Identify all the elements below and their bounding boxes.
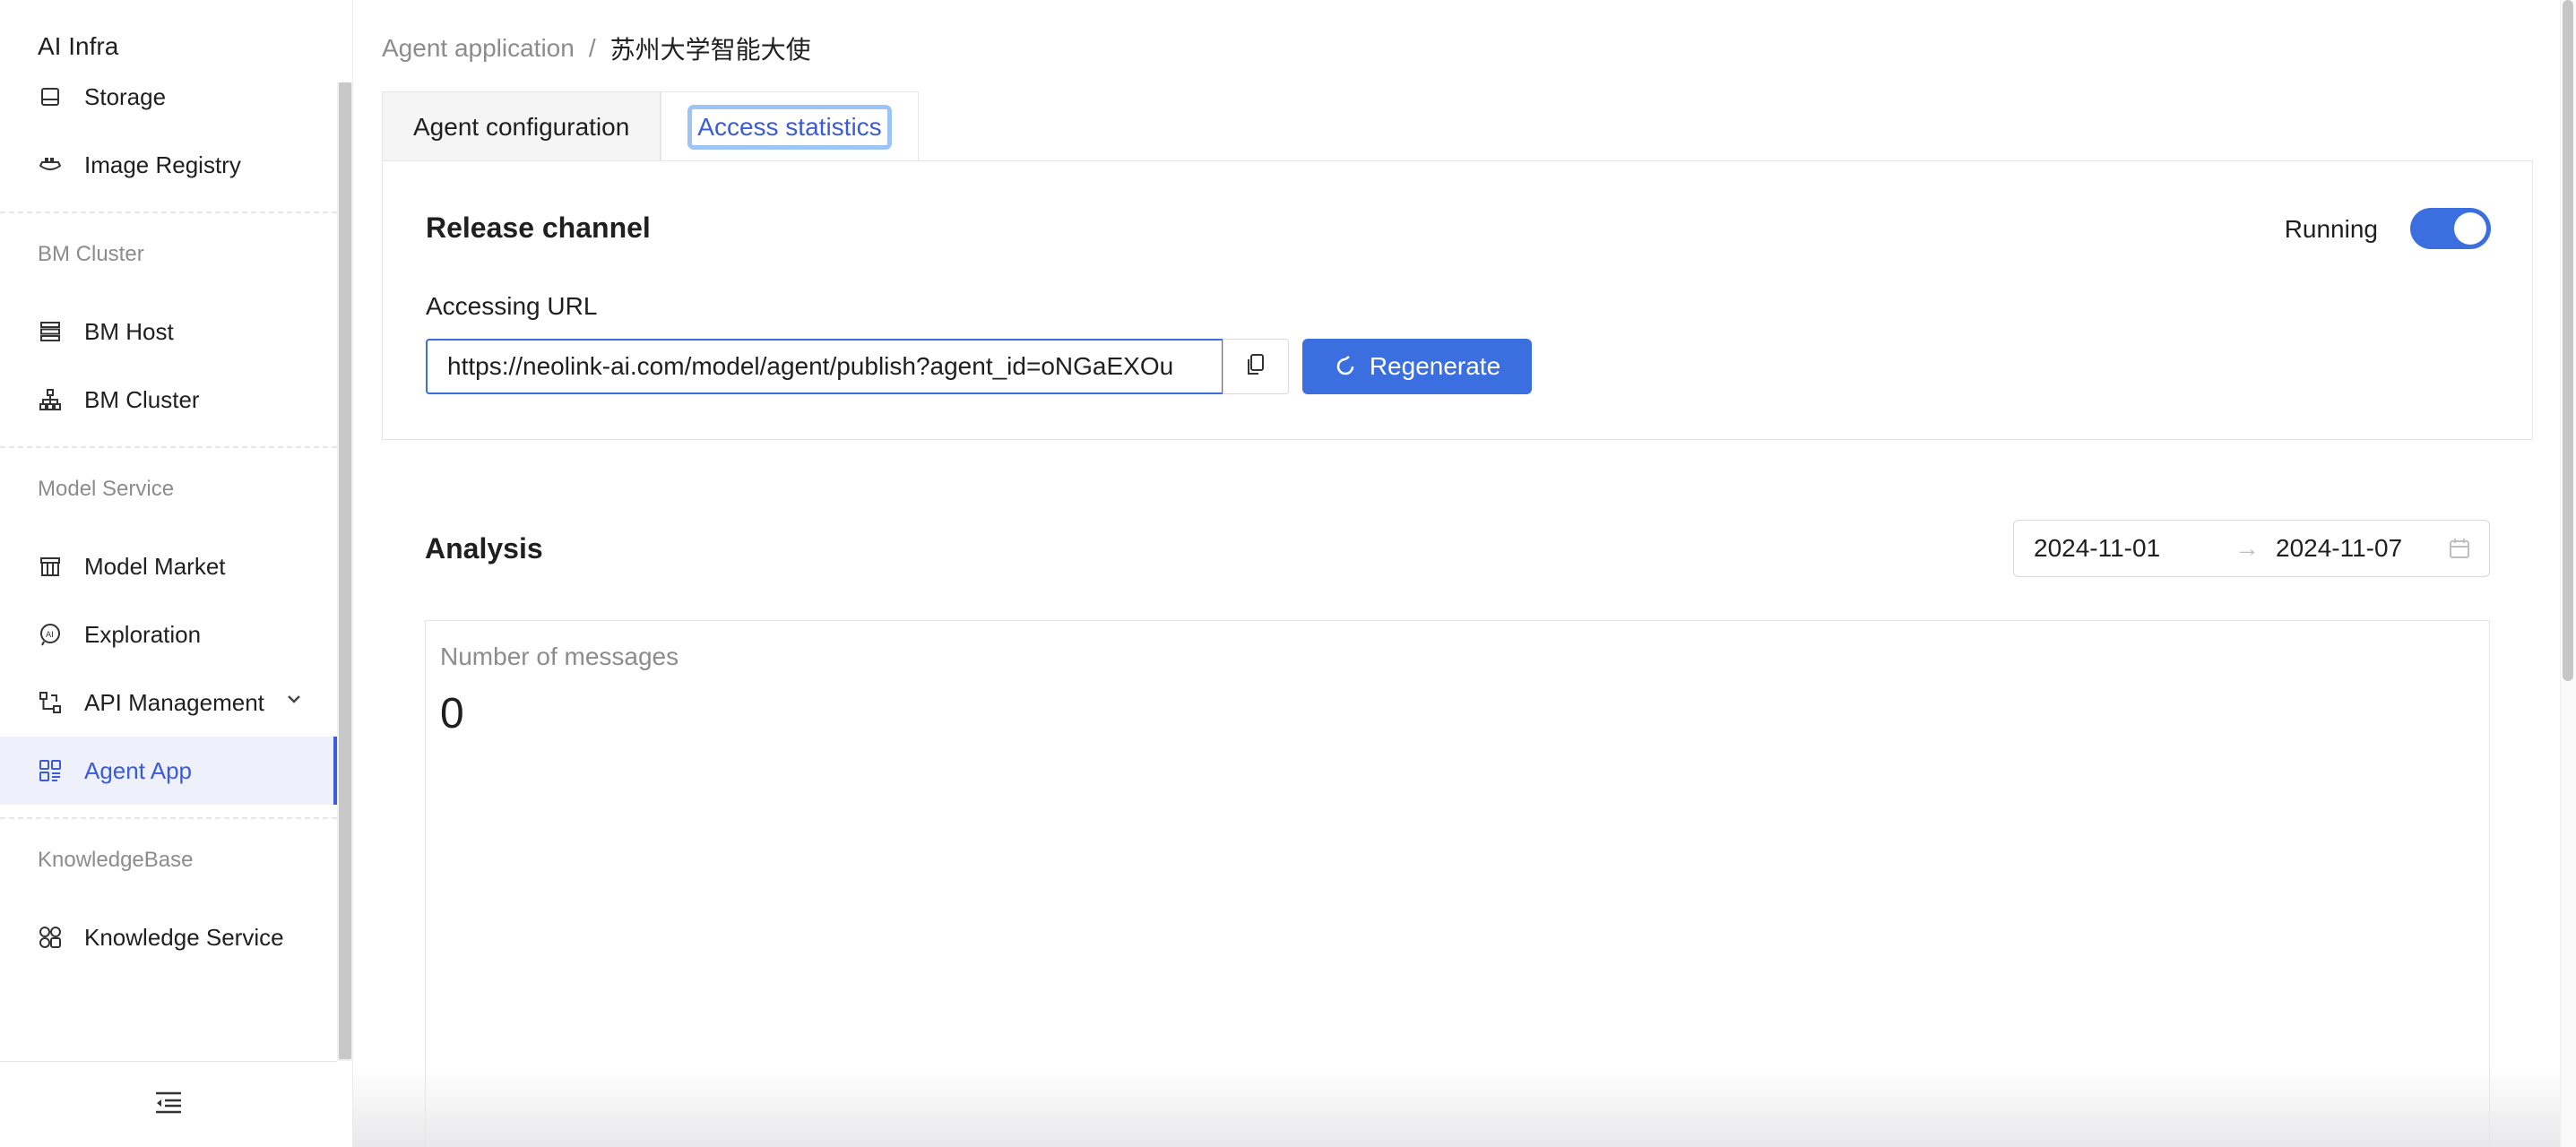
sidebar-item-label: Storage [84, 82, 167, 110]
page-scrollbar[interactable] [2563, 0, 2573, 681]
sidebar-item-storage[interactable]: Storage [0, 63, 337, 131]
sidebar-item-image-registry[interactable]: Image Registry [0, 131, 337, 199]
sidebar-item-label: Image Registry [84, 151, 241, 178]
breadcrumb-separator: / [588, 34, 596, 62]
sidebar-item-label: BM Cluster [84, 385, 200, 413]
toggle-knob [2454, 212, 2486, 245]
sidebar-item-bm-host[interactable]: BM Host [0, 298, 337, 366]
group-title-knowledgebase: KnowledgeBase [38, 848, 194, 872]
divider [0, 211, 337, 213]
collapse-sidebar-button[interactable] [0, 1061, 337, 1147]
divider [0, 446, 337, 448]
sidebar-item-label: Exploration [84, 620, 202, 648]
calendar-icon [2448, 537, 2471, 566]
sidebar-item-label: Knowledge Service [84, 923, 284, 951]
sidebar-item-knowledge-service[interactable]: Knowledge Service [0, 903, 337, 971]
sidebar-item-label: BM Host [84, 317, 174, 345]
stat-value: 0 [440, 690, 464, 737]
refresh-icon [1334, 355, 1357, 378]
release-channel-card: Release channel Running Accessing URL Re… [382, 160, 2533, 440]
group-title-bm-cluster: BM Cluster [38, 242, 144, 266]
breadcrumb-parent-link[interactable]: Agent application [382, 34, 575, 63]
tab-agent-configuration[interactable]: Agent configuration [382, 91, 661, 161]
server-icon [38, 319, 63, 344]
sidebar-item-exploration[interactable]: AI Exploration [0, 600, 337, 668]
sidebar-item-bm-cluster[interactable]: BM Cluster [0, 366, 337, 434]
tab-bar: Agent configuration Access statistics [382, 91, 919, 161]
date-range-picker[interactable]: 2024-11-01 → 2024-11-07 [2013, 520, 2490, 577]
sidebar-item-label: Agent App [84, 756, 192, 784]
main-content: Agent application / 苏州大学智能大使 Agent confi… [353, 0, 2560, 1147]
accessing-url-input[interactable] [426, 339, 1223, 394]
messages-stat-card: Number of messages 0 [425, 620, 2490, 1147]
arrow-right-icon: → [2235, 534, 2260, 562]
sidebar-item-label: API Management [84, 688, 264, 716]
cluster-icon [38, 387, 63, 412]
group-title-model-service: Model Service [38, 477, 175, 501]
agent-app-icon [38, 758, 63, 783]
accessing-url-label: Accessing URL [426, 292, 598, 320]
release-channel-title: Release channel [426, 211, 651, 244]
breadcrumb-current: 苏州大学智能大使 [609, 36, 811, 64]
sidebar-item-model-market[interactable]: Model Market [0, 532, 337, 600]
copy-url-button[interactable] [1223, 339, 1289, 394]
brand-title: AI Infra [38, 32, 119, 60]
divider [0, 817, 337, 819]
tab-label: Access statistics [687, 104, 892, 150]
regenerate-button[interactable]: Regenerate [1302, 339, 1532, 394]
svg-text:AI: AI [46, 631, 54, 640]
date-end-input[interactable]: 2024-11-07 [2276, 534, 2455, 563]
image-registry-icon [38, 152, 63, 177]
date-start-input[interactable]: 2024-11-01 [2034, 534, 2213, 563]
copy-icon [1245, 353, 1266, 381]
sidebar: AI Infra Storage Image Registry BM Clust… [0, 0, 353, 1147]
chevron-down-icon [285, 690, 303, 712]
tab-label: Agent configuration [413, 112, 630, 141]
storage-icon [38, 84, 63, 109]
tab-access-statistics[interactable]: Access statistics [661, 91, 919, 161]
stat-label: Number of messages [440, 642, 679, 670]
sidebar-item-api-management[interactable]: API Management [0, 668, 337, 737]
api-icon [38, 690, 63, 715]
breadcrumb: Agent application / 苏州大学智能大使 [382, 30, 811, 66]
running-toggle[interactable] [2410, 208, 2491, 249]
sidebar-scrollbar[interactable] [339, 82, 351, 1059]
analysis-title: Analysis [425, 532, 543, 565]
regenerate-label: Regenerate [1369, 352, 1501, 380]
sidebar-item-agent-app[interactable]: Agent App [0, 737, 337, 805]
collapse-menu-icon [154, 1090, 183, 1119]
status-label: Running [2284, 215, 2378, 243]
market-icon [38, 554, 63, 579]
knowledge-icon [38, 925, 63, 950]
sidebar-item-label: Model Market [84, 552, 226, 580]
ai-exploration-icon: AI [38, 622, 63, 647]
